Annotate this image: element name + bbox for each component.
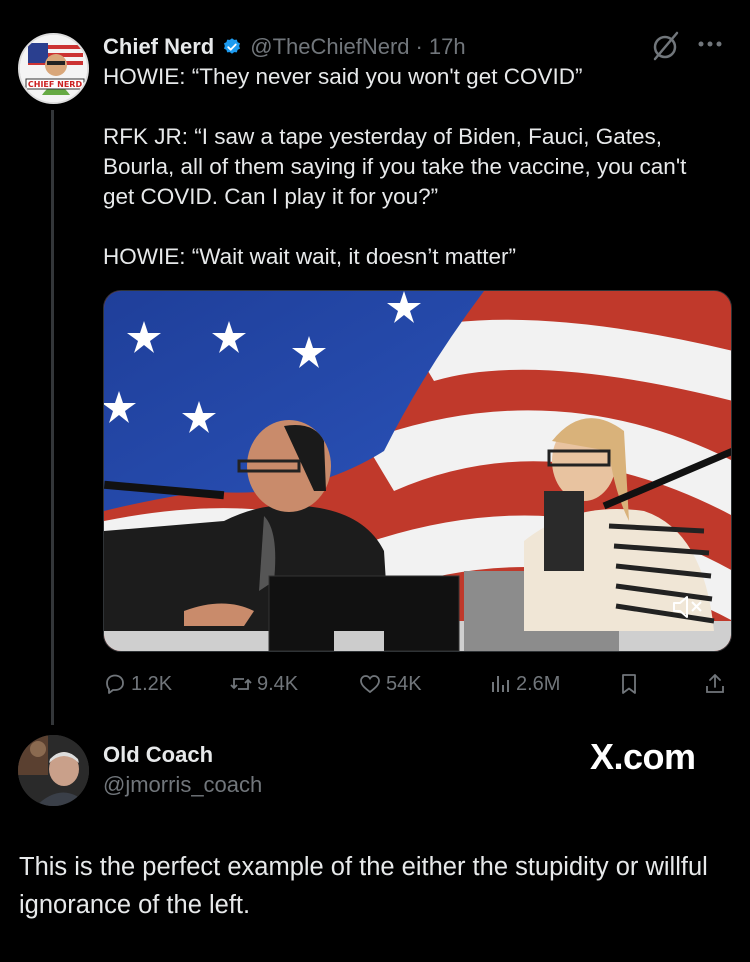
- tweet-paragraph: HOWIE: “Wait wait wait, it doesn’t matte…: [103, 244, 516, 269]
- tweet-header: Chief Nerd @TheChiefNerd · 17h: [103, 32, 466, 62]
- author-handle[interactable]: @TheChiefNerd: [250, 34, 409, 60]
- author-name[interactable]: Chief Nerd: [103, 34, 214, 60]
- tweet-text: HOWIE: “They never said you won't get CO…: [103, 62, 723, 272]
- mute-icon[interactable]: [671, 593, 705, 621]
- reply-author-name[interactable]: Old Coach: [103, 742, 213, 768]
- like-count: 54K: [386, 672, 422, 695]
- bookmark-icon: [622, 674, 636, 694]
- reply-avatar[interactable]: [18, 735, 89, 806]
- more-icon[interactable]: [695, 34, 725, 54]
- tweet-paragraph: RFK JR: “I saw a tape yesterday of Biden…: [103, 124, 687, 209]
- views-icon: [492, 676, 509, 692]
- separator-dot: ·: [415, 34, 423, 59]
- video-player[interactable]: [103, 290, 732, 652]
- action-bar: 1.2K 9.4K 54K 2.6M: [103, 668, 731, 700]
- reply-text: This is the perfect example of the eithe…: [19, 853, 708, 919]
- reply-button[interactable]: 1.2K: [103, 668, 172, 700]
- views-count: 2.6M: [516, 672, 561, 695]
- thread-line: [51, 110, 54, 725]
- share-icon: [706, 674, 724, 693]
- tweet-time[interactable]: 17h: [429, 34, 466, 60]
- like-icon: [360, 675, 380, 694]
- avatar-image: CHIEF NERD: [20, 35, 87, 102]
- video-thumbnail: [104, 291, 731, 651]
- repost-count: 9.4K: [257, 672, 299, 695]
- views-button[interactable]: 2.6M: [488, 668, 560, 700]
- grok-icon[interactable]: [650, 30, 682, 62]
- share-button[interactable]: [703, 668, 731, 700]
- tweet-paragraph: HOWIE: “They never said you won't get CO…: [103, 64, 583, 89]
- repost-icon: [230, 678, 252, 690]
- reply-author-handle[interactable]: @jmorris_coach: [103, 772, 262, 798]
- verified-badge-icon: [224, 38, 241, 54]
- reply-icon: [106, 674, 124, 694]
- xcom-watermark: X.com: [590, 736, 696, 777]
- repost-button[interactable]: 9.4K: [229, 668, 298, 700]
- reply-count: 1.2K: [131, 672, 173, 695]
- reply-avatar-image: [18, 735, 89, 806]
- like-button[interactable]: 54K: [358, 668, 422, 700]
- avatar-label: CHIEF NERD: [28, 80, 83, 89]
- bookmark-button[interactable]: [617, 668, 645, 700]
- author-avatar[interactable]: CHIEF NERD: [18, 33, 89, 104]
